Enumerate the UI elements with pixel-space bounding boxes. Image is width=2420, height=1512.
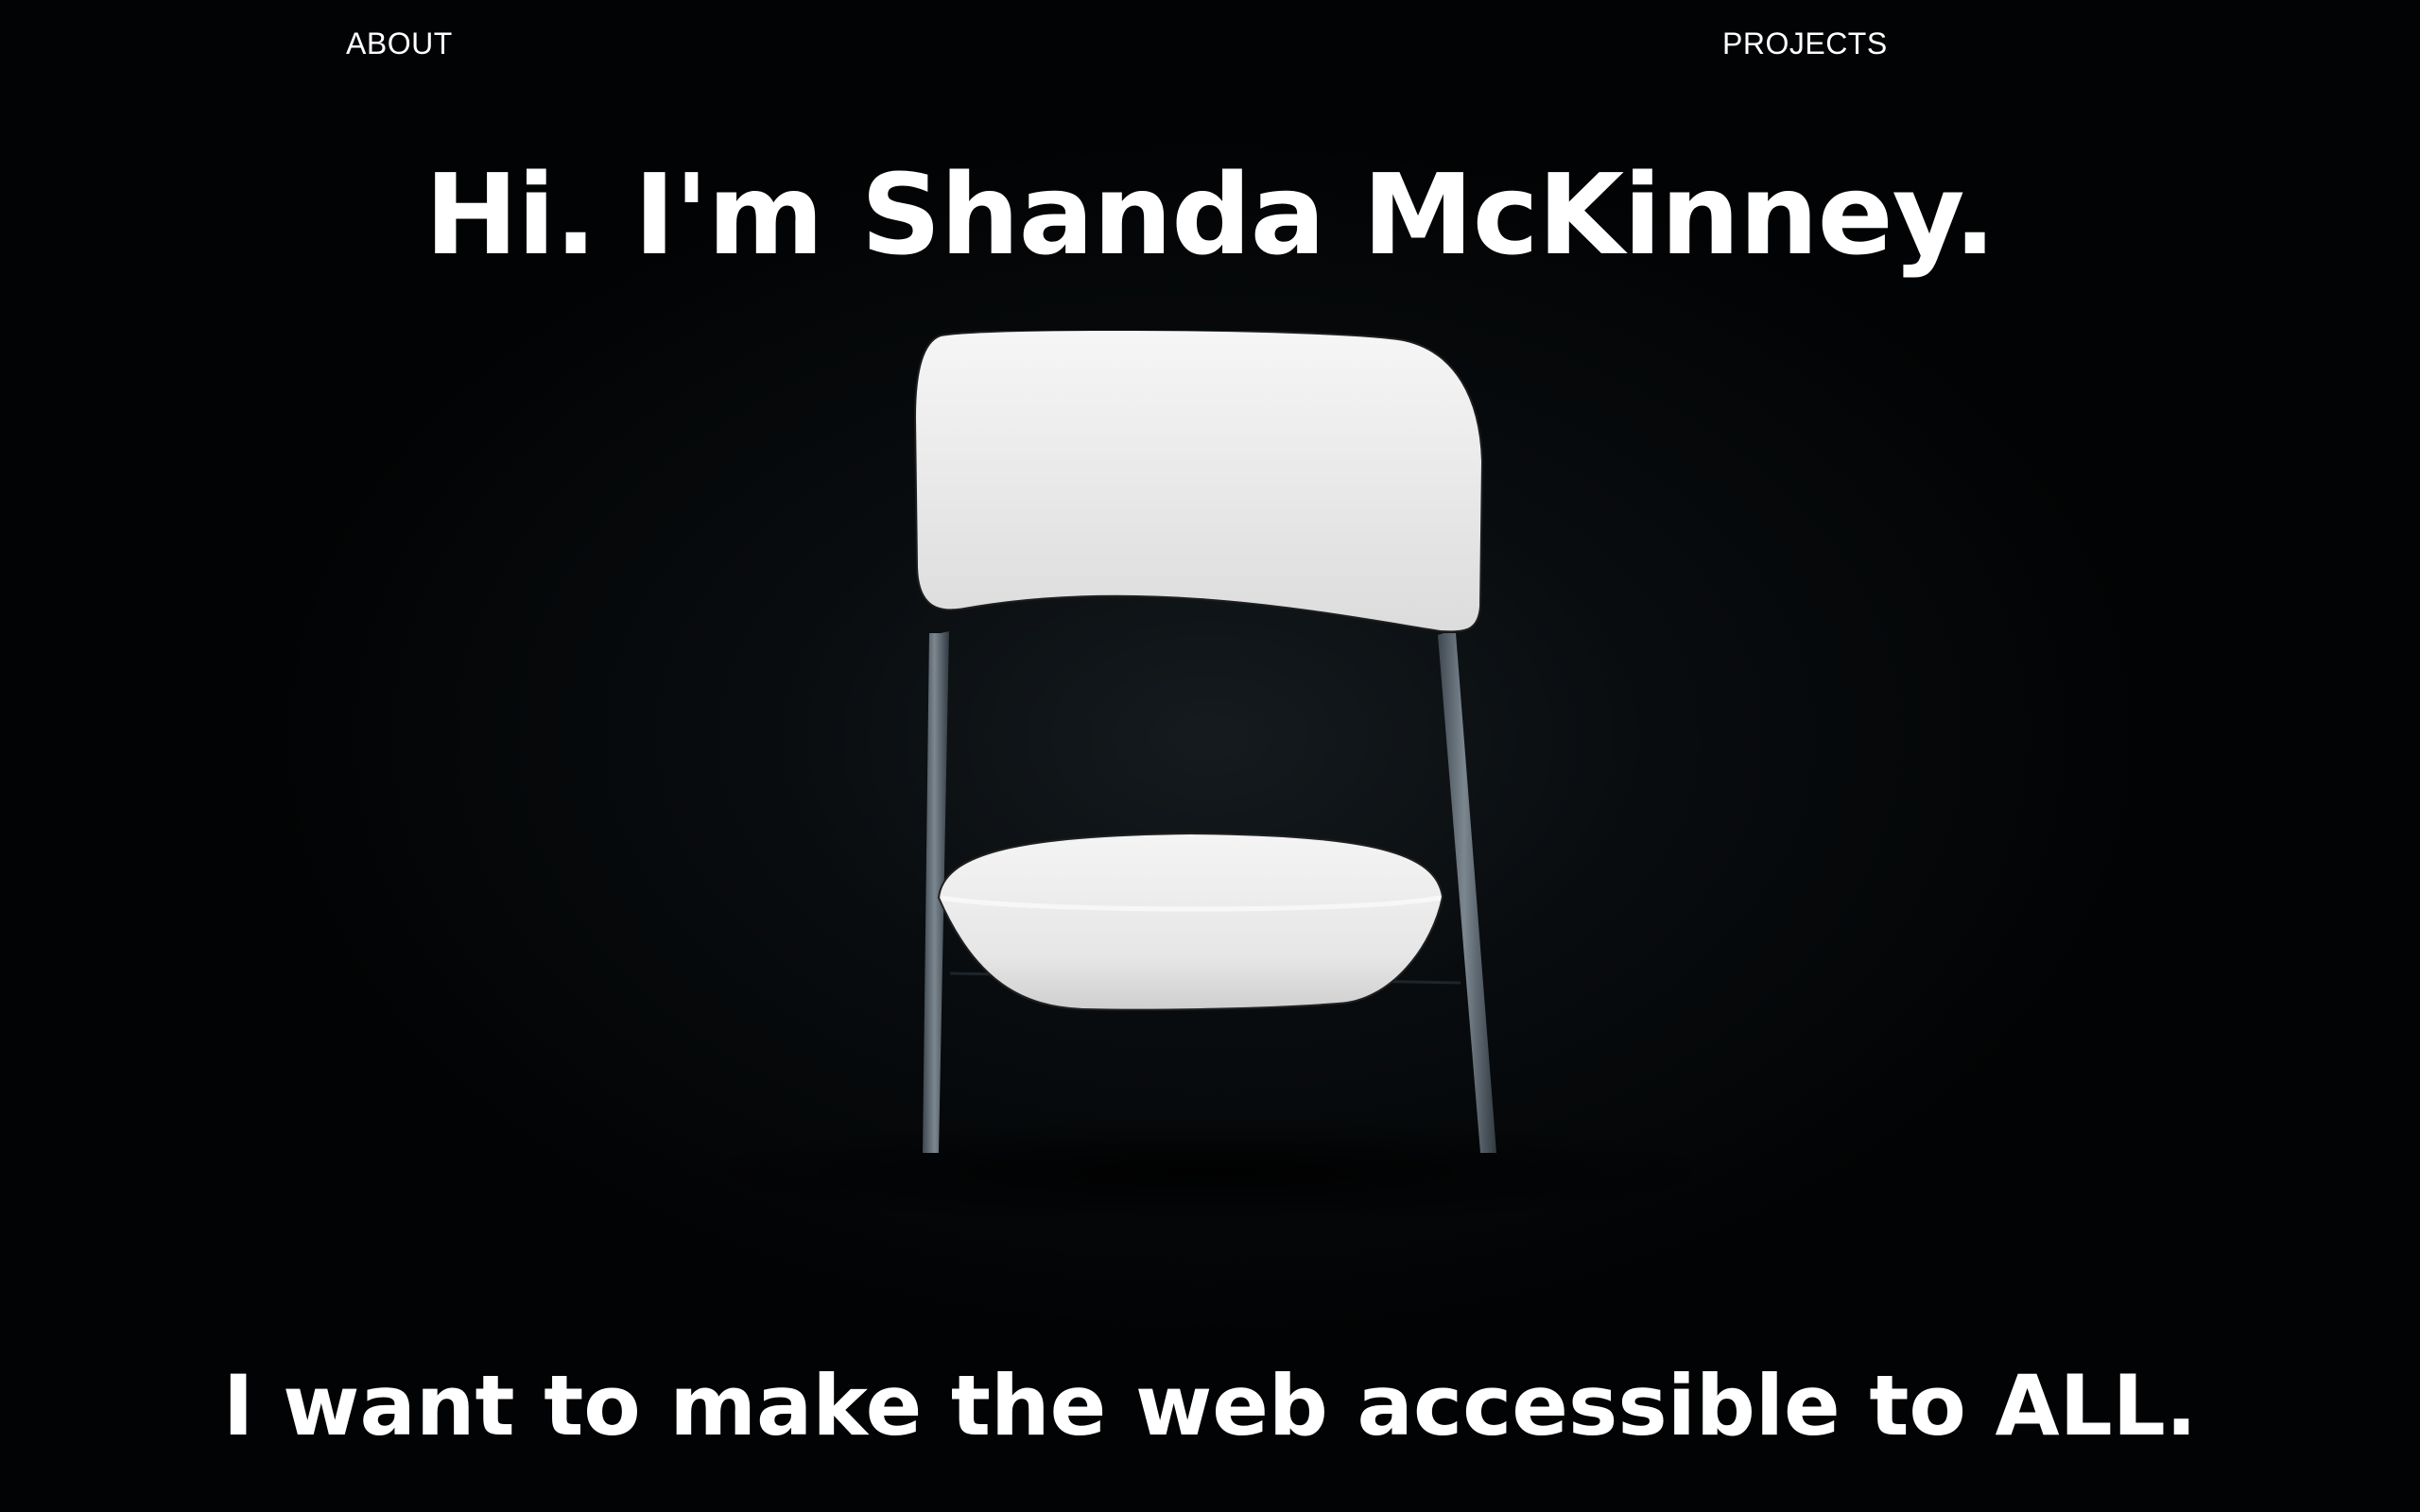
hero-title: Hi. I'm Shanda McKinney. (424, 149, 1996, 280)
nav-about-link[interactable]: ABOUT (346, 25, 453, 62)
nav-projects-link[interactable]: PROJECTS (1722, 25, 1888, 62)
chair-image (913, 331, 1496, 1153)
tagline: I want to make the web accessible to ALL… (222, 1357, 2198, 1454)
top-navigation: ABOUT PROJECTS (0, 0, 2420, 87)
landing-page: ABOUT PROJECTS Hi. I'm Shanda McKinney. (0, 0, 2420, 1512)
